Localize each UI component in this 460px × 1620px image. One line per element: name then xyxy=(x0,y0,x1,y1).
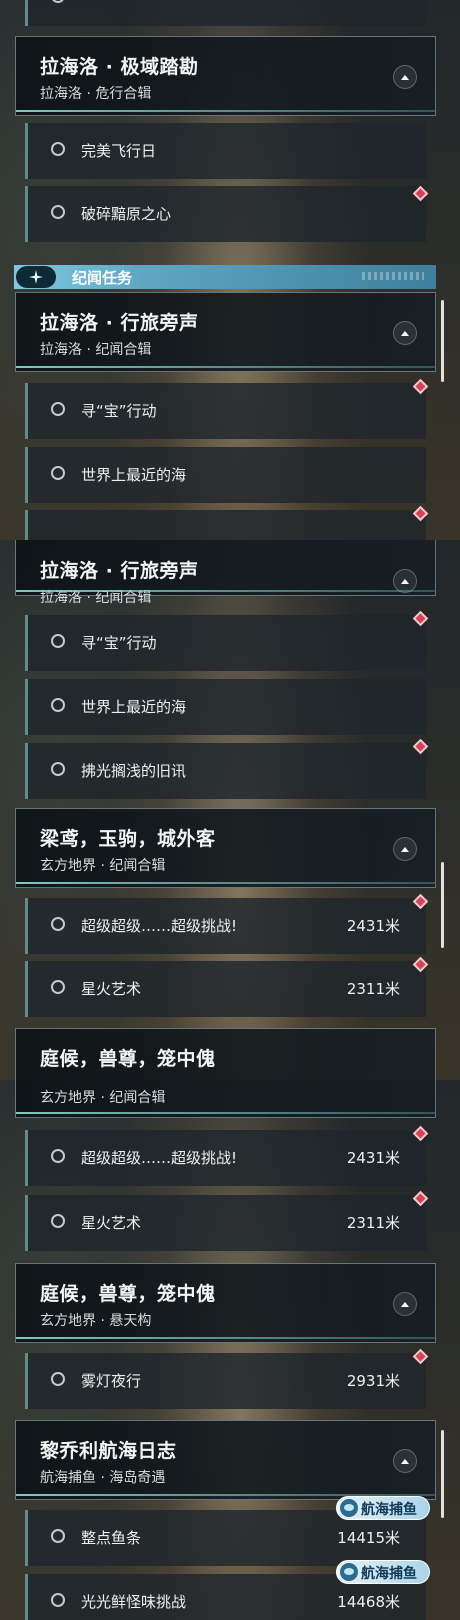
radio-circle-icon xyxy=(51,402,65,416)
group-subtitle: 航海捕鱼 · 海岛奇遇 xyxy=(40,1470,166,1486)
quest-item[interactable]: 寻“宝”行动 xyxy=(25,615,426,671)
quest-name: 星火艺术 xyxy=(81,980,142,998)
event-tag: 航海捕鱼 xyxy=(336,1496,430,1520)
quest-group-header[interactable]: 拉海洛 · 行旅旁声 拉海洛 · 纪闻合辑 xyxy=(15,292,436,372)
quest-name: 超级超级……超级挑战! xyxy=(81,917,238,935)
group-subtitle: 拉海洛 · 危行合辑 xyxy=(40,86,152,102)
radio-circle-icon xyxy=(51,1372,65,1386)
quest-list-panel: 拉海洛 · 极域踏勘 拉海洛 · 危行合辑 完美飞行日 破碎黯原之心 纪闻任务 … xyxy=(0,0,460,540)
quest-item[interactable]: 雾灯夜行 2931米 xyxy=(25,1353,426,1409)
group-title: 黎乔利航海日志 xyxy=(40,1440,177,1462)
quest-name: 寻“宝”行动 xyxy=(81,634,157,652)
chevron-up-icon[interactable] xyxy=(393,1292,417,1316)
radio-circle-icon xyxy=(51,1529,65,1543)
quest-item[interactable]: 寻“宝”行动 xyxy=(25,383,426,439)
chevron-up-icon[interactable] xyxy=(393,1449,417,1473)
fish-icon xyxy=(340,1499,358,1517)
quest-group-header[interactable]: 玄方地界 · 纪闻合辑 xyxy=(15,1080,436,1118)
quest-name: 拂光搁浅的旧讯 xyxy=(81,762,187,780)
group-title: 梁鸢，玉驹，城外客 xyxy=(40,828,216,850)
quest-item[interactable]: 世界上最近的海 xyxy=(25,447,426,503)
quest-name: 超级超级……超级挑战! xyxy=(81,1149,238,1167)
quest-name: 光光鲜怪味挑战 xyxy=(81,1593,187,1611)
radio-circle-icon xyxy=(51,980,65,994)
chevron-up-icon[interactable] xyxy=(393,569,417,593)
quest-item[interactable] xyxy=(25,510,426,540)
radio-circle-icon xyxy=(51,762,65,776)
quest-name: 世界上最近的海 xyxy=(81,466,187,484)
tag-label: 航海捕鱼 xyxy=(361,1502,417,1518)
event-tag: 航海捕鱼 xyxy=(336,1560,430,1584)
quest-group-header[interactable]: 拉海洛 · 极域踏勘 拉海洛 · 危行合辑 xyxy=(15,36,436,116)
quest-item[interactable]: 破碎黯原之心 xyxy=(25,186,426,242)
scrollbar[interactable] xyxy=(441,1430,444,1518)
group-title: 拉海洛 · 行旅旁声 xyxy=(40,312,199,334)
quest-item[interactable]: 完美飞行日 xyxy=(25,123,426,179)
radio-circle-icon xyxy=(51,917,65,931)
quest-group-header[interactable]: 庭候，兽尊，笼中傀 玄方地界 · 悬天构 xyxy=(15,1263,436,1343)
fish-icon xyxy=(340,1563,358,1581)
scrollbar[interactable] xyxy=(441,862,444,948)
chevron-up-icon[interactable] xyxy=(393,837,417,861)
scrollbar[interactable] xyxy=(441,300,444,382)
radio-circle-icon xyxy=(51,205,65,219)
quest-list-panel: 拉海洛 · 行旅旁声 拉海洛 · 纪闻合辑 寻“宝”行动 世界上最近的海 拂光搁… xyxy=(0,540,460,1080)
quest-group-header[interactable]: 庭候，兽尊，笼中傀 xyxy=(15,1028,436,1080)
group-title: 拉海洛 · 行旅旁声 xyxy=(40,560,199,582)
radio-circle-icon xyxy=(51,634,65,648)
radio-circle-icon xyxy=(51,0,65,3)
quest-item[interactable]: 超级超级……超级挑战! 2431米 xyxy=(25,898,426,954)
quest-name: 星火艺术 xyxy=(81,1214,142,1232)
section-header: 纪闻任务 xyxy=(14,265,436,289)
four-point-star-icon xyxy=(16,266,56,288)
quest-name: 世界上最近的海 xyxy=(81,698,187,716)
radio-circle-icon xyxy=(51,698,65,712)
quest-distance: 14468米 xyxy=(337,1593,400,1611)
radio-circle-icon xyxy=(51,1593,65,1607)
chevron-up-icon[interactable] xyxy=(393,65,417,89)
quest-distance: 2311米 xyxy=(346,1214,400,1232)
quest-distance: 14415米 xyxy=(337,1529,400,1547)
quest-name: 雾灯夜行 xyxy=(81,1372,142,1390)
quest-item[interactable]: 超级超级……超级挑战! 2431米 xyxy=(25,1130,426,1186)
decorative-stripe xyxy=(362,272,424,280)
quest-distance: 2431米 xyxy=(346,917,400,935)
group-title: 庭候，兽尊，笼中傀 xyxy=(40,1283,216,1305)
group-subtitle: 玄方地界 · 纪闻合辑 xyxy=(40,858,166,874)
quest-item[interactable]: 世界上最近的海 xyxy=(25,679,426,735)
quest-item[interactable]: 星火艺术 2311米 xyxy=(25,1195,426,1251)
quest-name: 破碎黯原之心 xyxy=(81,205,172,223)
group-title: 庭候，兽尊，笼中傀 xyxy=(40,1048,216,1070)
group-subtitle: 拉海洛 · 纪闻合辑 xyxy=(40,342,152,358)
quest-name: 完美飞行日 xyxy=(81,142,157,160)
quest-group-header[interactable]: 拉海洛 · 行旅旁声 拉海洛 · 纪闻合辑 xyxy=(15,540,436,606)
group-title: 拉海洛 · 极域踏勘 xyxy=(40,56,199,78)
quest-list-panel: 玄方地界 · 纪闻合辑 超级超级……超级挑战! 2431米 星火艺术 2311米… xyxy=(0,1080,460,1620)
quest-item[interactable] xyxy=(25,0,426,26)
quest-distance: 2311米 xyxy=(346,980,400,998)
group-subtitle: 玄方地界 · 悬天构 xyxy=(40,1313,152,1329)
group-subtitle: 玄方地界 · 纪闻合辑 xyxy=(40,1090,166,1106)
tag-label: 航海捕鱼 xyxy=(361,1566,417,1582)
quest-name: 整点鱼条 xyxy=(81,1529,142,1547)
radio-circle-icon xyxy=(51,142,65,156)
quest-distance: 2431米 xyxy=(346,1149,400,1167)
group-subtitle: 拉海洛 · 纪闻合辑 xyxy=(40,590,152,606)
radio-circle-icon xyxy=(51,1149,65,1163)
radio-circle-icon xyxy=(51,466,65,480)
quest-group-header[interactable]: 梁鸢，玉驹，城外客 玄方地界 · 纪闻合辑 xyxy=(15,808,436,888)
section-title: 纪闻任务 xyxy=(72,269,133,287)
quest-group-header[interactable]: 黎乔利航海日志 航海捕鱼 · 海岛奇遇 xyxy=(15,1420,436,1500)
quest-distance: 2931米 xyxy=(346,1372,400,1390)
radio-circle-icon xyxy=(51,1214,65,1228)
chevron-up-icon[interactable] xyxy=(393,321,417,345)
quest-name: 寻“宝”行动 xyxy=(81,402,157,420)
quest-item[interactable]: 星火艺术 2311米 xyxy=(25,961,426,1017)
quest-item[interactable]: 拂光搁浅的旧讯 xyxy=(25,743,426,799)
